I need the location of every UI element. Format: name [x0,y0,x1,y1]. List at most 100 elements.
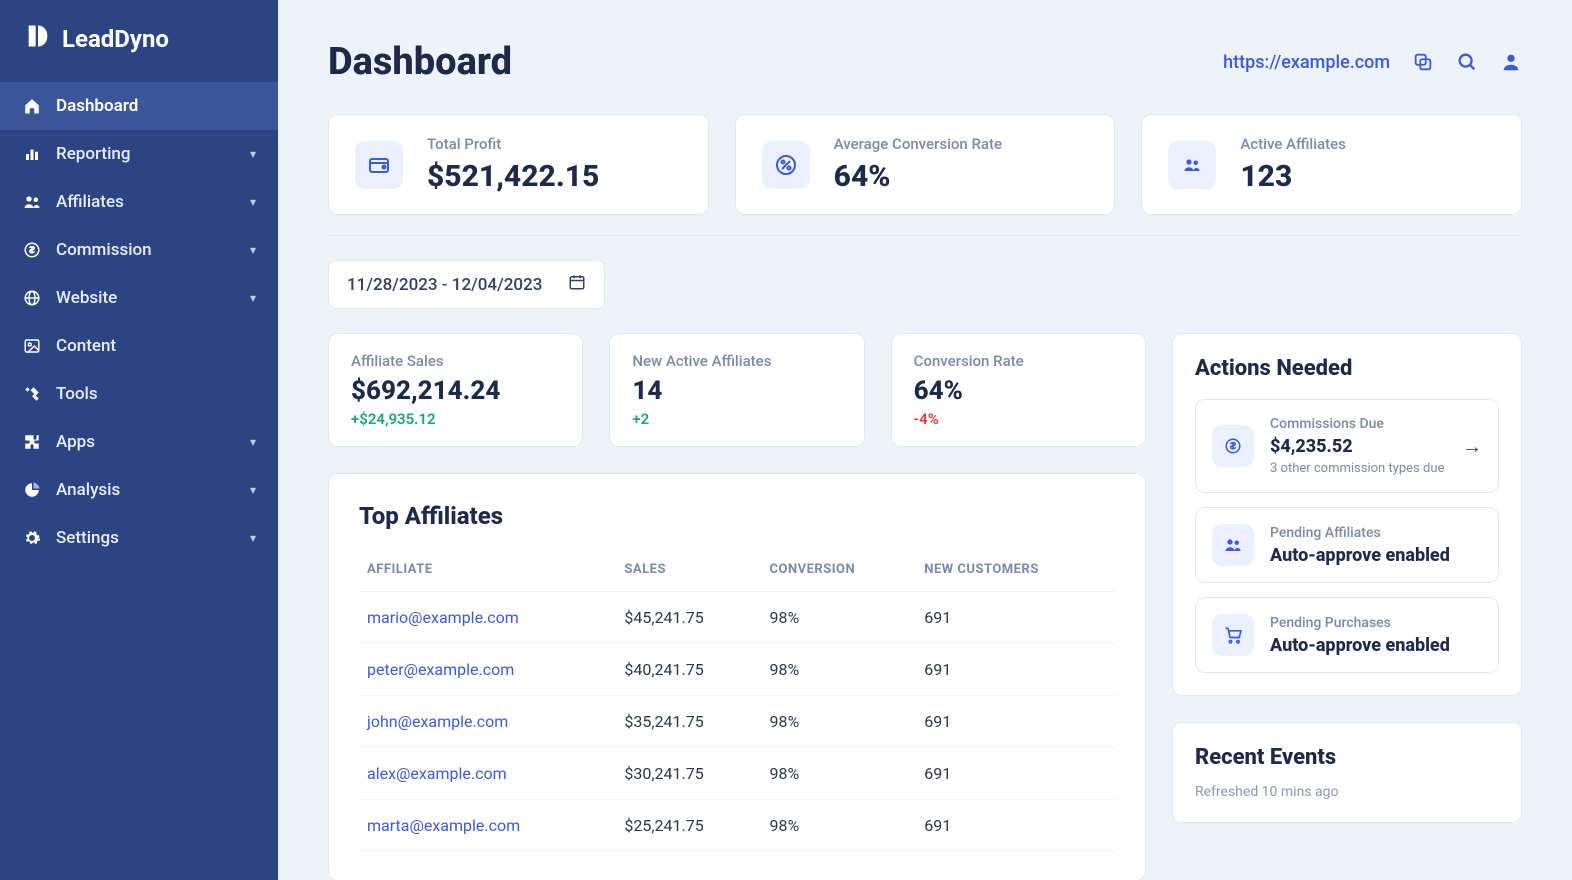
top-affiliates-table: AFFILIATESALESCONVERSIONNEW CUSTOMERS ma… [359,552,1115,852]
percent-icon [762,141,810,189]
chevron-down-icon: ▾ [250,291,256,305]
chevron-down-icon: ▾ [250,435,256,449]
page-title: Dashboard [328,40,512,84]
globe-icon [22,288,42,308]
puzzle-icon [22,432,42,452]
image-icon [22,336,42,356]
people-icon [1212,524,1254,566]
sidebar-item-label: Affiliates [56,192,124,212]
action-item[interactable]: Pending Purchases Auto-approve enabled [1195,597,1499,673]
divider [328,235,1522,236]
tools-icon [22,384,42,404]
bar-chart-icon [22,144,42,164]
sidebar-item-website[interactable]: Website▾ [0,274,278,322]
action-item[interactable]: Pending AffiliatesAuto-approve enabled [1195,507,1499,583]
summary-card: Average Conversion Rate64% [735,114,1116,215]
sidebar-item-reporting[interactable]: Reporting▾ [0,130,278,178]
affiliate-email[interactable]: john@example.com [359,696,616,748]
sidebar-item-content[interactable]: Content [0,322,278,370]
recent-events-subtitle: Refreshed 10 mins ago [1195,784,1499,800]
period-stat-card: New Active Affiliates 14 +2 [609,333,864,447]
site-url-link[interactable]: https://example.com [1223,52,1390,73]
action-label: Pending Purchases [1270,615,1482,631]
user-icon[interactable] [1500,51,1522,73]
arrow-right-icon: → [1462,434,1482,459]
search-icon[interactable] [1456,51,1478,73]
summary-label: Average Conversion Rate [834,135,1002,153]
table-row[interactable]: mario@example.com$45,241.7598%691 [359,592,1115,644]
cart-icon [1212,614,1254,656]
affiliate-new-customers: 691 [916,800,1115,852]
period-stat-value: 14 [632,376,841,406]
affiliate-new-customers: 691 [916,748,1115,800]
affiliate-sales: $25,241.75 [616,800,761,852]
table-header: AFFILIATE [359,552,616,592]
affiliate-sales: $45,241.75 [616,592,761,644]
chevron-down-icon: ▾ [250,531,256,545]
topbar: Dashboard https://example.com [328,40,1522,84]
actions-title: Actions Needed [1195,356,1499,381]
actions-panel: Actions Needed Commissions Due$4,235.523… [1172,333,1522,696]
period-stat-value: 64% [914,376,1123,406]
affiliate-email[interactable]: mario@example.com [359,592,616,644]
summary-card: Total Profit$521,422.15 [328,114,709,215]
table-row[interactable]: peter@example.com$40,241.7598%691 [359,644,1115,696]
period-stat-label: New Active Affiliates [632,352,841,370]
main: Dashboard https://example.com Total Prof… [278,0,1572,880]
table-header: CONVERSION [761,552,916,592]
table-row[interactable]: john@example.com$35,241.7598%691 [359,696,1115,748]
affiliate-conversion: 98% [761,696,916,748]
gear-icon [22,528,42,548]
recent-events-title: Recent Events [1195,745,1499,770]
chevron-down-icon: ▾ [250,483,256,497]
sidebar-item-label: Settings [56,528,119,548]
affiliate-conversion: 98% [761,592,916,644]
table-row[interactable]: alex@example.com$30,241.7598%691 [359,748,1115,800]
brand-logo[interactable]: LeadDyno [0,0,278,82]
table-row[interactable]: marta@example.com$25,241.7598%691 [359,800,1115,852]
period-stat-delta: +2 [632,410,841,428]
dollar-circle-icon [1212,425,1254,467]
people-icon [22,192,42,212]
affiliate-email[interactable]: marta@example.com [359,800,616,852]
summary-card: Active Affiliates 123 [1141,114,1522,215]
sidebar-item-label: Commission [56,240,152,260]
copy-icon[interactable] [1412,51,1434,73]
sidebar-item-label: Apps [56,432,95,452]
affiliate-sales: $30,241.75 [616,748,761,800]
brand-name: LeadDyno [62,25,169,53]
sidebar-item-commission[interactable]: Commission ▾ [0,226,278,274]
sidebar-item-settings[interactable]: Settings ▾ [0,514,278,562]
action-label: Pending Affiliates [1270,525,1482,541]
date-range-picker[interactable]: 11/28/2023 - 12/04/2023 [328,260,605,309]
date-range-value: 11/28/2023 - 12/04/2023 [347,275,542,295]
sidebar-item-dashboard[interactable]: Dashboard [0,82,278,130]
table-header: NEW CUSTOMERS [916,552,1115,592]
sidebar-item-label: Analysis [56,480,120,500]
affiliate-new-customers: 691 [916,592,1115,644]
summary-value: 123 [1240,159,1346,194]
affiliate-conversion: 98% [761,644,916,696]
summary-label: Total Profit [427,135,599,153]
sidebar-item-analysis[interactable]: Analysis ▾ [0,466,278,514]
summary-label: Active Affiliates [1240,135,1346,153]
chevron-down-icon: ▾ [250,147,256,161]
period-stat-card: Affiliate Sales$692,214.24+$24,935.12 [328,333,583,447]
affiliate-sales: $35,241.75 [616,696,761,748]
sidebar-item-label: Tools [56,384,98,404]
sidebar-item-affiliates[interactable]: Affiliates▾ [0,178,278,226]
pie-chart-icon [22,480,42,500]
sidebar-item-tools[interactable]: Tools [0,370,278,418]
chevron-down-icon: ▾ [250,243,256,257]
calendar-icon [568,273,586,296]
top-affiliates-title: Top Affiliates [359,502,1115,530]
affiliate-new-customers: 691 [916,696,1115,748]
action-value: $4,235.52 [1270,436,1446,457]
affiliate-email[interactable]: alex@example.com [359,748,616,800]
affiliate-email[interactable]: peter@example.com [359,644,616,696]
affiliate-new-customers: 691 [916,644,1115,696]
action-value: Auto-approve enabled [1270,635,1482,656]
action-item[interactable]: Commissions Due$4,235.523 other commissi… [1195,399,1499,493]
affiliate-sales: $40,241.75 [616,644,761,696]
sidebar-item-apps[interactable]: Apps ▾ [0,418,278,466]
